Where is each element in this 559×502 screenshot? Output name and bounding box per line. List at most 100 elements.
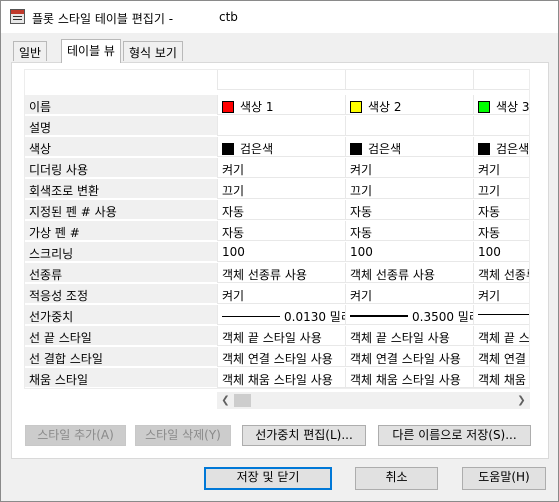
cell-adaptive[interactable]: 켜기 [217,284,345,304]
tab-general[interactable]: 일반 [13,41,48,61]
cell-text: 색상 2 [368,100,402,114]
color-swatch [350,101,362,113]
cell-lineweight[interactable]: 0.0130 밀리 [217,305,345,325]
window-file-name: ctb [219,10,238,24]
save-and-close-button[interactable]: 저장 및 닫기 [204,467,332,490]
row-label-name: 이름 [25,95,217,115]
cell-lineweight[interactable] [473,305,529,325]
color-swatch [222,101,234,113]
cell-name[interactable]: 색상 1 [217,95,345,115]
row-label-lineweight: 선가중치 [25,305,217,325]
window-title: 플롯 스타일 테이블 편집기 - [32,12,174,26]
lineweight-sample [350,315,408,317]
color-swatch [350,143,362,155]
grid-row-virtual-pen: 가상 펜 # 자동 자동 자동 [25,221,529,242]
delete-style-button[interactable]: 스타일 삭제(Y) [135,425,231,446]
tab-table-view[interactable]: 테이블 뷰 [61,39,121,63]
help-button[interactable]: 도움말(H) [462,467,546,490]
cell-dither[interactable]: 켜기 [217,158,345,178]
row-label-adaptive: 적응성 조정 [25,284,217,304]
row-label-linetype: 선종류 [25,263,217,283]
row-label-line-join: 선 결합 스타일 [25,347,217,367]
cell-name[interactable]: 색상 3 [473,95,530,115]
chevron-left-icon[interactable]: ❮ [217,392,234,409]
cell-assigned-pen[interactable]: 자동 [345,200,473,220]
cell-grayscale[interactable]: 끄기 [473,179,529,199]
cancel-button[interactable]: 취소 [355,467,438,490]
grid-row-grayscale: 회색조로 변환 끄기 끄기 끄기 [25,179,529,200]
chevron-right-icon[interactable]: ❯ [513,392,530,409]
cell-line-end[interactable]: 객체 끝 스타일 사용 [217,326,345,346]
cell-dither[interactable]: 켜기 [473,158,529,178]
tab-form-view[interactable]: 형식 보기 [123,41,183,61]
cell-screening[interactable]: 100 [473,242,529,262]
row-label-dither: 디더링 사용 [25,158,217,178]
plot-style-table-editor-window: 플롯 스타일 테이블 편집기 - ctb 일반 테이블 뷰 형식 보기 이름 색… [0,0,559,502]
cell-fill[interactable]: 객체 채움 스타일 사용 [473,368,529,388]
row-label-fill: 채움 스타일 [25,368,217,388]
plot-style-grid[interactable]: 이름 색상 1 색상 2 색상 3 설명 색상 검은색 검은색 검은색 디더링 … [24,69,530,389]
grid-row-adaptive: 적응성 조정 켜기 켜기 켜기 [25,284,529,305]
cell-line-join[interactable]: 객체 연결 스타일 사용 [345,347,473,367]
row-label-virtual-pen: 가상 펜 # [25,221,217,241]
grid-row-description: 설명 [25,116,529,137]
grid-header-cell [345,70,473,90]
cell-color[interactable]: 검은색 [345,137,473,157]
cell-fill[interactable]: 객체 채움 스타일 사용 [217,368,345,388]
cell-description[interactable] [217,116,345,136]
cell-screening[interactable]: 100 [217,242,345,262]
cell-linetype[interactable]: 객체 선종류 사용 [217,263,345,283]
cell-adaptive[interactable]: 켜기 [345,284,473,304]
grid-row-name: 이름 색상 1 색상 2 색상 3 [25,95,530,116]
cell-linetype[interactable]: 객체 선종류 사용 [345,263,473,283]
cell-grayscale[interactable]: 끄기 [217,179,345,199]
cell-description[interactable] [345,116,473,136]
row-label-screening: 스크리닝 [25,242,217,262]
cell-text: 0.3500 밀리 [412,310,473,324]
save-as-button[interactable]: 다른 이름으로 저장(S)... [378,425,531,446]
tab-label: 테이블 뷰 [67,44,115,58]
cell-linetype[interactable]: 객체 선종류 사용 [473,263,529,283]
tab-label: 일반 [19,46,42,60]
grid-header-cell [473,70,529,90]
cell-dither[interactable]: 켜기 [345,158,473,178]
cell-text: 검은색 [496,142,530,156]
cell-line-join[interactable]: 객체 연결 스타일 사용 [217,347,345,367]
cell-color[interactable]: 검은색 [217,137,345,157]
cell-text: 검은색 [368,142,402,156]
lineweight-sample [222,316,280,317]
cell-description[interactable] [473,116,529,136]
cell-name[interactable]: 색상 2 [345,95,473,115]
cell-line-end[interactable]: 객체 끝 스타일 사용 [473,326,529,346]
color-swatch [478,101,490,113]
row-label-description: 설명 [25,116,217,136]
cell-assigned-pen[interactable]: 자동 [473,200,529,220]
cell-assigned-pen[interactable]: 자동 [217,200,345,220]
edit-lineweights-button[interactable]: 선가중치 편집(L)... [242,425,366,446]
cell-grayscale[interactable]: 끄기 [345,179,473,199]
grid-row-dither: 디더링 사용 켜기 켜기 켜기 [25,158,529,179]
cell-line-end[interactable]: 객체 끝 스타일 사용 [345,326,473,346]
cell-fill[interactable]: 객체 채움 스타일 사용 [345,368,473,388]
grid-row-lineweight: 선가중치 0.0130 밀리 0.3500 밀리 [25,305,529,326]
cell-color[interactable]: 검은색 [473,137,530,157]
scrollbar-thumb[interactable] [234,394,251,407]
cell-line-join[interactable]: 객체 연결 스타일 사용 [473,347,529,367]
row-label-grayscale: 회색조로 변환 [25,179,217,199]
cell-lineweight[interactable]: 0.3500 밀리 [345,305,473,325]
cell-virtual-pen[interactable]: 자동 [217,221,345,241]
add-style-button[interactable]: 스타일 추가(A) [25,425,126,446]
color-swatch [478,143,490,155]
cell-virtual-pen[interactable]: 자동 [473,221,529,241]
cell-text: 색상 1 [240,100,274,114]
cell-text: 색상 3 [496,100,530,114]
grid-row-line-end: 선 끝 스타일 객체 끝 스타일 사용 객체 끝 스타일 사용 객체 끝 스타일… [25,326,529,347]
plot-style-table-icon [10,9,25,24]
cell-screening[interactable]: 100 [345,242,473,262]
cell-virtual-pen[interactable]: 자동 [345,221,473,241]
cell-text: 0.0130 밀리 [284,310,345,324]
cell-adaptive[interactable]: 켜기 [473,284,529,304]
title-bar[interactable]: 플롯 스타일 테이블 편집기 - ctb [1,1,558,33]
grid-row-assigned-pen: 지정된 펜 # 사용 자동 자동 자동 [25,200,529,221]
horizontal-scrollbar[interactable]: ❮ ❯ [217,392,530,409]
